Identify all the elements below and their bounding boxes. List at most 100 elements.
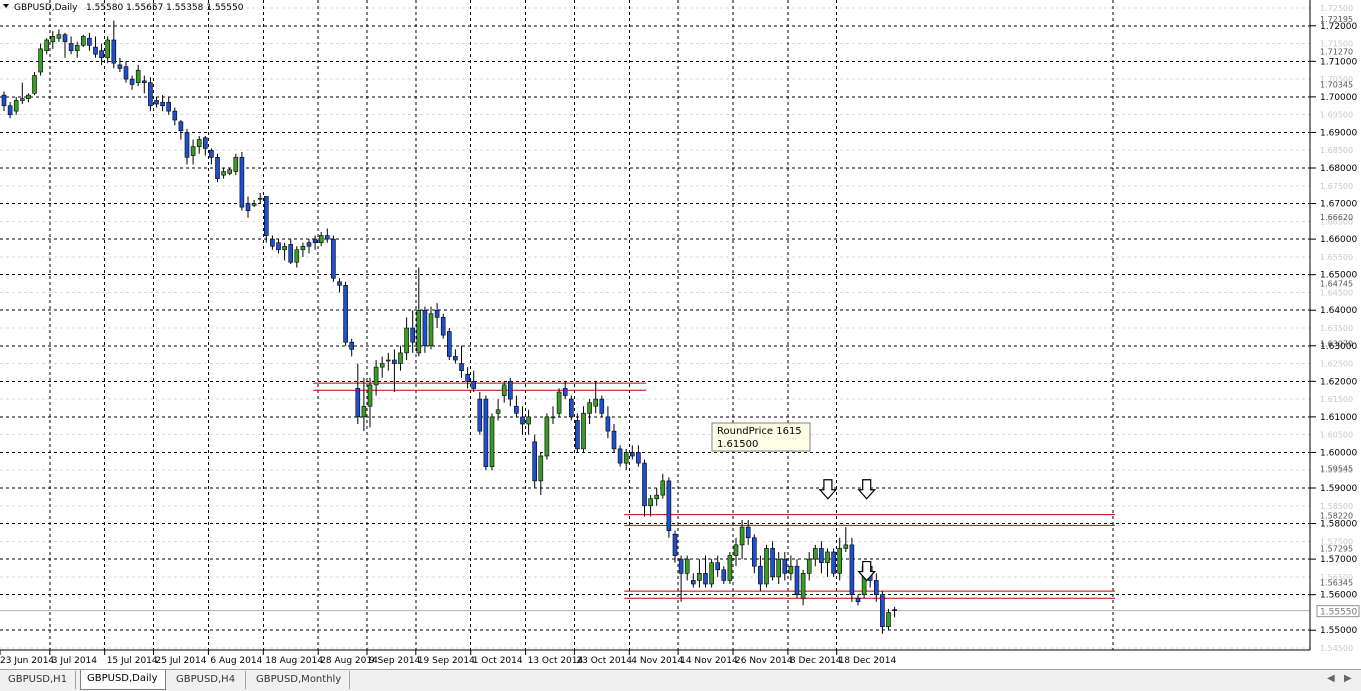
candle	[764, 544, 769, 588]
tab-gbpusd-monthly[interactable]: GBPUSD,Monthly	[250, 671, 350, 689]
bear-candle-body	[178, 121, 184, 131]
bear-candle-body	[215, 157, 220, 179]
bull-candle-body	[227, 169, 232, 174]
bear-candle-body	[111, 39, 117, 64]
time-tick-label: 6 Aug 2014	[210, 656, 262, 666]
symbol-label: GBPUSD,Daily	[14, 3, 78, 13]
price-tick-label: 1.68000	[1320, 164, 1357, 174]
ohlc-values: 1.55580 1.55657 1.55358 1.55550	[86, 3, 244, 13]
bull-candle-body	[550, 416, 556, 419]
tab-gbpusd-daily[interactable]: GBPUSD,Daily	[80, 670, 166, 690]
price-tick-label: 1.71000	[1320, 57, 1357, 67]
candle	[532, 434, 538, 488]
bear-candle-body	[672, 533, 678, 556]
bear-candle-body	[562, 388, 568, 396]
scroll-left-icon[interactable]: ◀	[1327, 673, 1335, 684]
bear-candle-body	[794, 565, 800, 595]
bear-candle-body	[873, 580, 879, 595]
bull-candle-body	[74, 45, 80, 51]
price-tick-label-minor: 1.54500	[1320, 644, 1353, 653]
bull-candle-body	[26, 94, 31, 99]
bull-candle-body	[825, 551, 830, 563]
price-marker-label: 1.71270	[1320, 48, 1353, 57]
bull-candle-body	[886, 612, 891, 627]
bear-candle-body	[349, 341, 355, 350]
price-chart[interactable]: 1.725001.715001.705001.695001.685001.675…	[0, 0, 1361, 669]
bull-candle-body	[739, 526, 745, 546]
time-tick-label: 4 Nov 2014	[631, 656, 683, 666]
time-tick-label: 3 Jul 2014	[52, 656, 97, 666]
bear-candle-body	[392, 359, 397, 364]
price-tick-label: 1.58000	[1320, 520, 1357, 530]
bull-candle-body	[294, 249, 300, 263]
time-tick-label: 13 Oct 2014	[528, 656, 584, 666]
price-marker-label: 1.56345	[1320, 578, 1353, 587]
price-tick-label-minor: 1.63500	[1320, 324, 1353, 333]
price-tick-label: 1.70000	[1320, 93, 1357, 103]
bear-candle-body	[758, 565, 763, 585]
bear-candle-body	[1, 94, 7, 107]
candle	[556, 388, 562, 417]
price-tick-label-minor: 1.58500	[1320, 502, 1353, 511]
time-tick-label: 26 Nov 2014	[735, 656, 793, 666]
bear-candle-body	[892, 609, 897, 611]
bear-candle-body	[636, 452, 641, 464]
bull-candle-body	[251, 203, 257, 206]
price-tick-label: 1.66000	[1320, 235, 1357, 245]
candle	[831, 548, 836, 577]
price-axis[interactable]: 1.725001.715001.705001.695001.685001.675…	[1309, 0, 1361, 653]
bear-candle-body	[782, 558, 788, 574]
bear-candle-body	[880, 594, 885, 627]
price-marker-label: 1.57295	[1320, 545, 1353, 554]
bear-candle-body	[263, 196, 269, 236]
bear-candle-body	[599, 398, 605, 414]
bear-candle-body	[642, 462, 647, 507]
bull-candle-body	[81, 36, 86, 46]
current-price-label: 1.55550	[1320, 608, 1357, 618]
chart-header: GBPUSD,Daily 1.55580 1.55657 1.55358 1.5…	[3, 3, 244, 13]
tab-gbpusd-h1[interactable]: GBPUSD,H1	[2, 671, 76, 689]
bear-candle-body	[715, 562, 721, 571]
candle	[581, 406, 586, 453]
bull-candle-body	[44, 39, 50, 51]
candle	[709, 559, 714, 588]
price-marker-label: 1.66620	[1320, 213, 1353, 222]
bull-candle-body	[404, 327, 409, 354]
bear-candle-body	[148, 82, 153, 107]
candle	[489, 413, 495, 471]
bear-candle-body	[324, 235, 330, 240]
bear-candle-body	[465, 373, 470, 382]
bear-candle-body	[575, 420, 580, 450]
bull-candle-body	[806, 558, 812, 574]
bull-candle-body	[373, 366, 379, 386]
bull-candle-body	[538, 455, 544, 482]
bear-candle-body	[184, 132, 190, 158]
tab-gbpusd-h4[interactable]: GBPUSD,H4	[170, 671, 246, 689]
bear-candle-body	[160, 101, 165, 107]
bear-candle-body	[410, 327, 416, 343]
candle	[263, 196, 269, 243]
bull-candle-body	[684, 558, 690, 574]
bear-candle-body	[520, 416, 525, 425]
bear-candle-body	[62, 34, 68, 43]
candle	[483, 395, 489, 471]
time-tick-label: 25 Jul 2014	[156, 656, 207, 666]
scroll-right-icon[interactable]: ▶	[1344, 673, 1352, 684]
price-tick-label-minor: 1.67500	[1320, 182, 1353, 191]
bear-candle-body	[270, 238, 275, 247]
bear-candle-body	[99, 50, 104, 59]
price-tick-label-minor: 1.61500	[1320, 395, 1353, 404]
price-tick-label: 1.65000	[1320, 271, 1357, 281]
bear-candle-body	[117, 64, 123, 69]
price-tick-label: 1.56000	[1320, 591, 1357, 601]
bear-candle-body	[745, 526, 751, 539]
bull-candle-body	[788, 565, 794, 574]
bear-candle-body	[434, 309, 440, 318]
bear-candle-body	[459, 363, 464, 371]
candle	[148, 77, 153, 112]
price-tick-label-minor: 1.60500	[1320, 431, 1353, 440]
time-tick-label: 19 Sep 2014	[418, 656, 475, 666]
bear-candle-body	[690, 580, 696, 585]
time-axis[interactable]: 23 Jun 20143 Jul 2014 15 Jul 201425 Jul 2…	[0, 649, 1310, 666]
time-tick-label: 14 Nov 2014	[680, 656, 738, 666]
